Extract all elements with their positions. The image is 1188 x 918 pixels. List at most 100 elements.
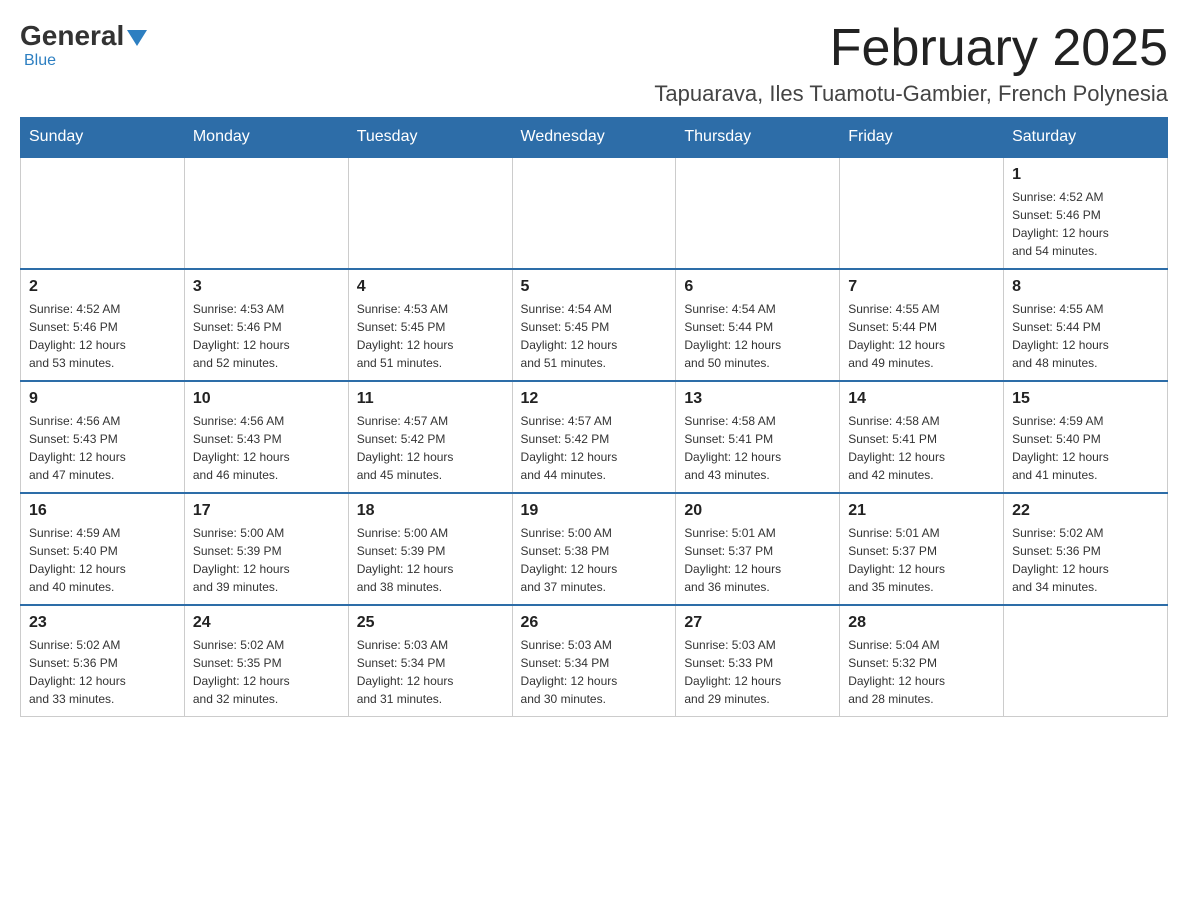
day-info: Sunrise: 5:01 AMSunset: 5:37 PMDaylight:…	[848, 524, 995, 596]
calendar-cell: 7Sunrise: 4:55 AMSunset: 5:44 PMDaylight…	[840, 269, 1004, 381]
calendar-week-row: 23 Sunrise: 5:02 AMSunset: 5:36 PMDayligh…	[21, 605, 1168, 717]
calendar-cell: 18 Sunrise: 5:00 AMSunset: 5:39 PMDayligh…	[348, 493, 512, 605]
calendar-cell	[676, 157, 840, 269]
day-number: 21	[848, 502, 995, 520]
day-number: 9	[29, 390, 176, 408]
day-info: Sunrise: 4:58 AMSunset: 5:41 PMDaylight:…	[684, 412, 831, 484]
calendar-cell: 23 Sunrise: 5:02 AMSunset: 5:36 PMDayligh…	[21, 605, 185, 717]
calendar-week-row: 16Sunrise: 4:59 AMSunset: 5:40 PMDayligh…	[21, 493, 1168, 605]
day-info: Sunrise: 5:00 AMSunset: 5:39 PMDaylight:…	[193, 524, 340, 596]
day-info: Sunrise: 4:57 AMSunset: 5:42 PMDaylight:…	[357, 412, 504, 484]
day-info: Sunrise: 5:00 AMSunset: 5:39 PMDaylight:…	[357, 524, 504, 596]
day-info: Sunrise: 4:54 AMSunset: 5:45 PMDaylight:…	[521, 300, 668, 372]
column-header-saturday: Saturday	[1004, 118, 1168, 158]
calendar-week-row: 1Sunrise: 4:52 AMSunset: 5:46 PMDaylight…	[21, 157, 1168, 269]
calendar-cell: 17 Sunrise: 5:00 AMSunset: 5:39 PMDayligh…	[184, 493, 348, 605]
day-number: 23	[29, 614, 176, 632]
day-number: 25	[357, 614, 504, 632]
calendar-cell	[512, 157, 676, 269]
calendar-header-row: SundayMondayTuesdayWednesdayThursdayFrid…	[21, 118, 1168, 158]
calendar-cell: 28 Sunrise: 5:04 AMSunset: 5:32 PMDayligh…	[840, 605, 1004, 717]
day-info: Sunrise: 4:59 AMSunset: 5:40 PMDaylight:…	[29, 524, 176, 596]
day-info: Sunrise: 5:03 AMSunset: 5:34 PMDaylight:…	[357, 636, 504, 708]
calendar-week-row: 9 Sunrise: 4:56 AMSunset: 5:43 PMDaylight…	[21, 381, 1168, 493]
calendar-cell: 10 Sunrise: 4:56 AMSunset: 5:43 PMDayligh…	[184, 381, 348, 493]
column-header-friday: Friday	[840, 118, 1004, 158]
column-header-thursday: Thursday	[676, 118, 840, 158]
day-number: 12	[521, 390, 668, 408]
day-number: 20	[684, 502, 831, 520]
day-number: 4	[357, 278, 504, 296]
day-info: Sunrise: 5:02 AMSunset: 5:36 PMDaylight:…	[29, 636, 176, 708]
day-info: Sunrise: 5:03 AMSunset: 5:34 PMDaylight:…	[521, 636, 668, 708]
location-title: Tapuarava, Iles Tuamotu-Gambier, French …	[654, 81, 1168, 107]
title-section: February 2025 Tapuarava, Iles Tuamotu-Ga…	[654, 20, 1168, 107]
day-number: 19	[521, 502, 668, 520]
day-info: Sunrise: 4:59 AMSunset: 5:40 PMDaylight:…	[1012, 412, 1159, 484]
day-info: Sunrise: 4:56 AMSunset: 5:43 PMDaylight:…	[29, 412, 176, 484]
calendar-cell: 9 Sunrise: 4:56 AMSunset: 5:43 PMDaylight…	[21, 381, 185, 493]
day-number: 6	[684, 278, 831, 296]
calendar-cell: 14 Sunrise: 4:58 AMSunset: 5:41 PMDayligh…	[840, 381, 1004, 493]
day-number: 28	[848, 614, 995, 632]
calendar-cell: 21 Sunrise: 5:01 AMSunset: 5:37 PMDayligh…	[840, 493, 1004, 605]
calendar-cell	[348, 157, 512, 269]
calendar-cell: 8Sunrise: 4:55 AMSunset: 5:44 PMDaylight…	[1004, 269, 1168, 381]
calendar-cell: 27 Sunrise: 5:03 AMSunset: 5:33 PMDayligh…	[676, 605, 840, 717]
day-number: 13	[684, 390, 831, 408]
calendar-cell: 2 Sunrise: 4:52 AMSunset: 5:46 PMDaylight…	[21, 269, 185, 381]
day-info: Sunrise: 4:56 AMSunset: 5:43 PMDaylight:…	[193, 412, 340, 484]
column-header-sunday: Sunday	[21, 118, 185, 158]
day-info: Sunrise: 5:01 AMSunset: 5:37 PMDaylight:…	[684, 524, 831, 596]
calendar-cell: 15 Sunrise: 4:59 AMSunset: 5:40 PMDayligh…	[1004, 381, 1168, 493]
day-info: Sunrise: 4:55 AMSunset: 5:44 PMDaylight:…	[848, 300, 995, 372]
day-number: 10	[193, 390, 340, 408]
day-number: 1	[1012, 166, 1159, 184]
column-header-monday: Monday	[184, 118, 348, 158]
calendar-cell: 12Sunrise: 4:57 AMSunset: 5:42 PMDayligh…	[512, 381, 676, 493]
day-number: 2	[29, 278, 176, 296]
month-title: February 2025	[654, 20, 1168, 77]
day-info: Sunrise: 5:00 AMSunset: 5:38 PMDaylight:…	[521, 524, 668, 596]
day-number: 15	[1012, 390, 1159, 408]
day-info: Sunrise: 5:02 AMSunset: 5:35 PMDaylight:…	[193, 636, 340, 708]
calendar-cell: 3Sunrise: 4:53 AMSunset: 5:46 PMDaylight…	[184, 269, 348, 381]
calendar-cell: 16Sunrise: 4:59 AMSunset: 5:40 PMDayligh…	[21, 493, 185, 605]
day-info: Sunrise: 5:02 AMSunset: 5:36 PMDaylight:…	[1012, 524, 1159, 596]
column-header-wednesday: Wednesday	[512, 118, 676, 158]
calendar-cell: 24 Sunrise: 5:02 AMSunset: 5:35 PMDayligh…	[184, 605, 348, 717]
logo-triangle-icon	[127, 30, 147, 46]
day-number: 24	[193, 614, 340, 632]
calendar-cell: 26Sunrise: 5:03 AMSunset: 5:34 PMDayligh…	[512, 605, 676, 717]
day-number: 5	[521, 278, 668, 296]
day-info: Sunrise: 5:04 AMSunset: 5:32 PMDaylight:…	[848, 636, 995, 708]
calendar-cell	[184, 157, 348, 269]
day-info: Sunrise: 4:53 AMSunset: 5:45 PMDaylight:…	[357, 300, 504, 372]
day-info: Sunrise: 5:03 AMSunset: 5:33 PMDaylight:…	[684, 636, 831, 708]
calendar-cell: 1Sunrise: 4:52 AMSunset: 5:46 PMDaylight…	[1004, 157, 1168, 269]
calendar-table: SundayMondayTuesdayWednesdayThursdayFrid…	[20, 117, 1168, 717]
calendar-cell: 6 Sunrise: 4:54 AMSunset: 5:44 PMDaylight…	[676, 269, 840, 381]
day-info: Sunrise: 4:58 AMSunset: 5:41 PMDaylight:…	[848, 412, 995, 484]
calendar-cell: 4 Sunrise: 4:53 AMSunset: 5:45 PMDaylight…	[348, 269, 512, 381]
day-info: Sunrise: 4:54 AMSunset: 5:44 PMDaylight:…	[684, 300, 831, 372]
calendar-cell	[21, 157, 185, 269]
calendar-cell: 13 Sunrise: 4:58 AMSunset: 5:41 PMDayligh…	[676, 381, 840, 493]
calendar-cell: 5 Sunrise: 4:54 AMSunset: 5:45 PMDaylight…	[512, 269, 676, 381]
day-number: 18	[357, 502, 504, 520]
logo: General Blue	[20, 20, 147, 70]
day-number: 27	[684, 614, 831, 632]
day-number: 14	[848, 390, 995, 408]
day-number: 3	[193, 278, 340, 296]
calendar-cell	[840, 157, 1004, 269]
day-info: Sunrise: 4:52 AMSunset: 5:46 PMDaylight:…	[29, 300, 176, 372]
calendar-cell: 11 Sunrise: 4:57 AMSunset: 5:42 PMDayligh…	[348, 381, 512, 493]
day-number: 17	[193, 502, 340, 520]
calendar-cell: 22Sunrise: 5:02 AMSunset: 5:36 PMDayligh…	[1004, 493, 1168, 605]
column-header-tuesday: Tuesday	[348, 118, 512, 158]
calendar-cell: 25 Sunrise: 5:03 AMSunset: 5:34 PMDayligh…	[348, 605, 512, 717]
page-header: General Blue February 2025 Tapuarava, Il…	[20, 20, 1168, 107]
day-number: 11	[357, 390, 504, 408]
calendar-cell	[1004, 605, 1168, 717]
day-number: 8	[1012, 278, 1159, 296]
